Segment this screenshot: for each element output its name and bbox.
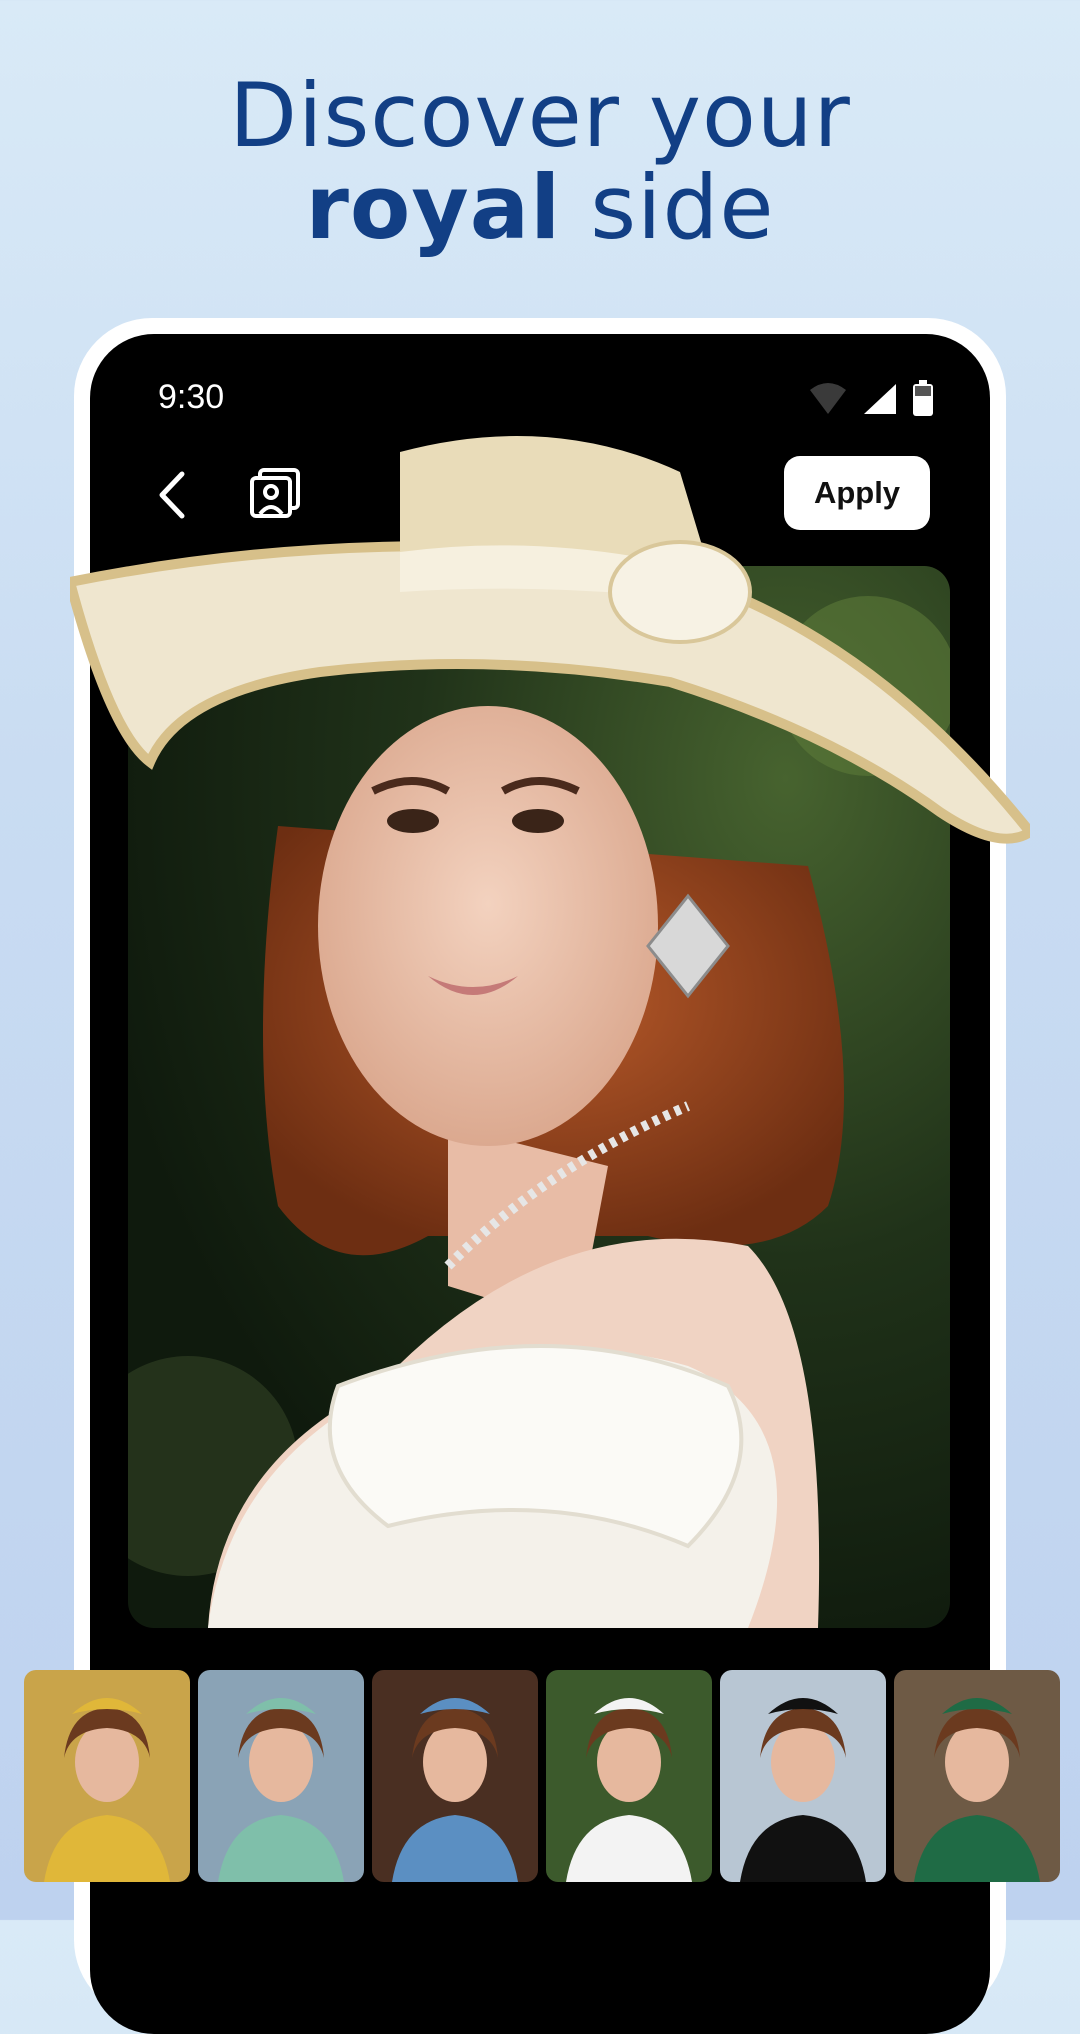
thumbnail-image [566,1698,692,1882]
thumbnail-image [392,1698,518,1882]
headline-line-2: royal side [0,162,1080,254]
black-beret-style[interactable] [720,1670,886,1882]
headline: Discover your royal side [0,70,1080,254]
status-time: 9:30 [158,378,225,416]
status-icons [808,380,934,416]
teal-hat-style[interactable] [198,1670,364,1882]
thumbnail-image [740,1698,866,1882]
headline-line-1: Discover your [229,64,851,167]
thumbnail-image [914,1698,1040,1882]
blue-crown-style[interactable] [372,1670,538,1882]
thumbnail-image [44,1698,170,1882]
green-hat-style[interactable] [894,1670,1060,1882]
headline-rest: side [561,156,775,259]
thumbnail-image [218,1698,344,1882]
signal-icon [864,384,896,414]
gold-gown-style[interactable] [24,1670,190,1882]
white-bonnet-style[interactable] [546,1670,712,1882]
headline-bold-word: royal [305,156,562,259]
battery-icon [913,380,933,416]
style-carousel[interactable] [24,1670,1064,1884]
hat-image [70,436,1030,844]
wifi-icon [810,383,846,414]
